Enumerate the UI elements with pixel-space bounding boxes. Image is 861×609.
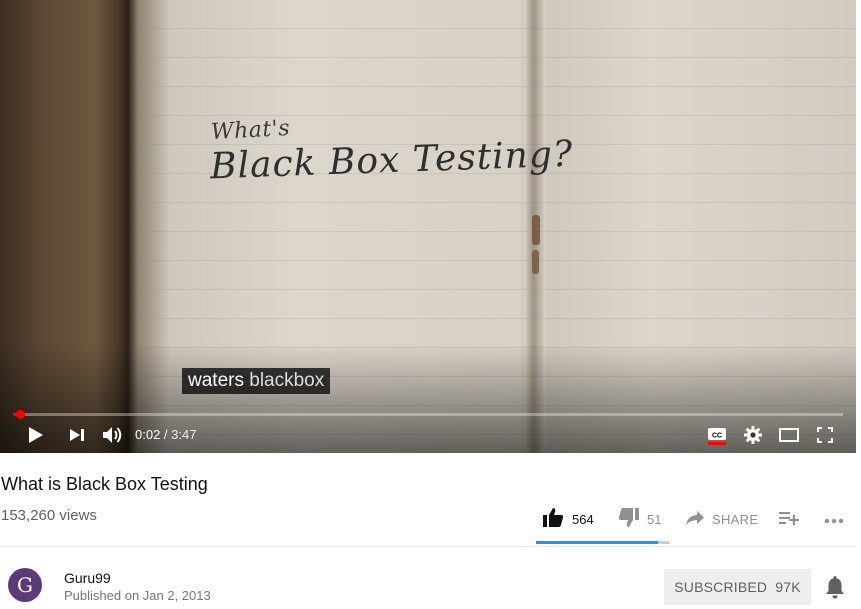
captions-button[interactable]: CC [705, 423, 729, 447]
video-title: What is Black Box Testing [1, 474, 208, 494]
caption-word: waters [188, 370, 244, 391]
cc-icon: CC [707, 425, 727, 445]
channel-name[interactable]: Guru99 [64, 570, 111, 586]
play-icon [28, 426, 44, 444]
fullscreen-button[interactable] [813, 423, 837, 447]
view-count: 153,260 views [1, 507, 97, 524]
fullscreen-icon [817, 427, 833, 443]
dislike-count: 51 [647, 511, 662, 527]
subscriber-count: 97K [775, 579, 801, 595]
thumbs-up-icon [543, 508, 564, 530]
more-actions-button[interactable] [824, 507, 844, 531]
divider [0, 546, 856, 547]
like-button[interactable]: 564 [543, 507, 594, 531]
progress-bar[interactable] [13, 410, 843, 419]
channel-avatar[interactable]: G [8, 568, 42, 602]
subscribed-button[interactable]: SUBSCRIBED 97K [664, 569, 811, 605]
thumbs-down-icon [618, 508, 639, 530]
theater-mode-button[interactable] [777, 423, 801, 447]
gear-icon [744, 426, 762, 444]
video-player[interactable]: What's Black Box Testing? waters blackbo… [0, 0, 856, 453]
time-display: 0:02 / 3:47 [135, 427, 196, 442]
page-tear [532, 215, 540, 245]
like-count: 564 [572, 511, 594, 527]
volume-icon [102, 425, 124, 445]
like-dislike-bar [536, 541, 669, 544]
publish-date: Published on Jan 2, 2013 [64, 588, 211, 603]
bell-icon [824, 576, 846, 603]
slide-text-small: What's [210, 115, 291, 146]
avatar-letter: G [17, 573, 33, 597]
share-button[interactable]: SHARE [686, 507, 758, 531]
mute-button[interactable] [100, 423, 126, 447]
closed-caption: waters blackbox [182, 368, 331, 394]
next-button[interactable] [66, 423, 88, 447]
caption-word: blackbox [249, 370, 325, 391]
subscribe-label: SUBSCRIBED [674, 579, 768, 595]
add-to-playlist-button[interactable] [779, 507, 799, 531]
share-arrow-icon [686, 510, 704, 528]
play-button[interactable] [24, 423, 48, 447]
duration: 3:47 [171, 427, 197, 442]
time-separator: / [160, 427, 172, 442]
like-ratio-fill [536, 541, 658, 544]
next-icon [69, 428, 85, 442]
svg-text:CC: CC [712, 433, 722, 440]
notification-bell-button[interactable] [824, 575, 846, 599]
share-label: SHARE [712, 511, 759, 527]
page-tear [532, 250, 539, 274]
more-horiz-icon [824, 512, 844, 527]
dislike-button[interactable]: 51 [618, 507, 661, 531]
theater-icon [779, 428, 799, 442]
playlist-add-icon [779, 511, 799, 528]
current-time: 0:02 [135, 427, 161, 442]
settings-button[interactable] [741, 423, 765, 447]
